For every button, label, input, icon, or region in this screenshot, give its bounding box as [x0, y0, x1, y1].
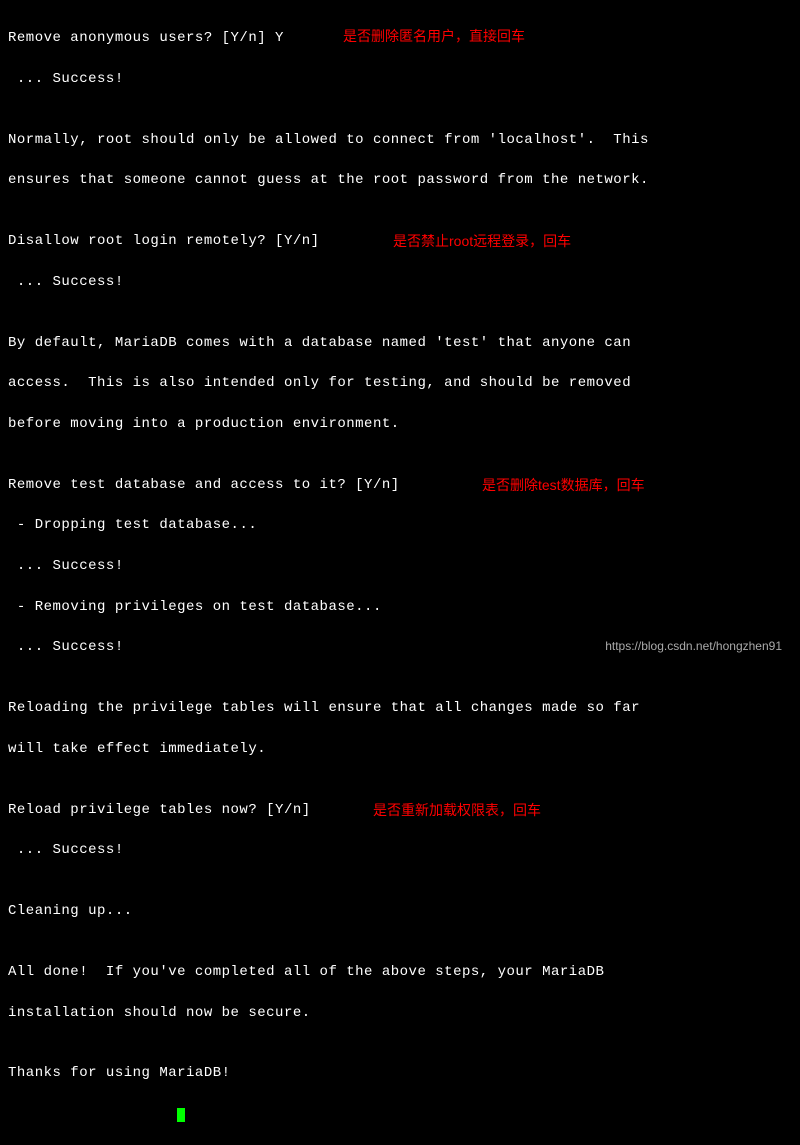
watermark-url: https://blog.csdn.net/hongzhen91 [605, 639, 782, 653]
terminal-line: Normally, root should only be allowed to… [8, 130, 792, 150]
terminal-line: ... Success! [8, 556, 792, 576]
prompt-disallow-root: Disallow root login remotely? [Y/n]是否禁止r… [8, 231, 792, 251]
terminal-line: Thanks for using MariaDB! [8, 1063, 792, 1083]
annotation-root-remote: 是否禁止root远程登录，回车 [393, 231, 571, 251]
annotation-testdb: 是否删除test数据库，回车 [482, 475, 645, 495]
terminal-line: will take effect immediately. [8, 739, 792, 759]
terminal-line: installation should now be secure. [8, 1003, 792, 1023]
terminal-line: ... Success! [8, 272, 792, 292]
terminal-line: By default, MariaDB comes with a databas… [8, 333, 792, 353]
prompt-line[interactable] [8, 1104, 792, 1124]
terminal-line: ... Success! [8, 840, 792, 860]
prompt-anonymous-users: Remove anonymous users? [Y/n] Y是否删除匿名用户，… [8, 28, 792, 48]
cursor-icon [177, 1108, 185, 1122]
prompt-remove-testdb: Remove test database and access to it? [… [8, 475, 792, 495]
terminal-output: Remove anonymous users? [Y/n] Y是否删除匿名用户，… [8, 8, 792, 1145]
annotation-reload: 是否重新加载权限表，回车 [373, 800, 541, 820]
terminal-line: ... Success! [8, 69, 792, 89]
terminal-line: Cleaning up... [8, 901, 792, 921]
terminal-line: ensures that someone cannot guess at the… [8, 170, 792, 190]
terminal-line: before moving into a production environm… [8, 414, 792, 434]
prompt-reload-privileges: Reload privilege tables now? [Y/n]是否重新加载… [8, 800, 792, 820]
annotation-anonymous: 是否删除匿名用户，直接回车 [343, 26, 525, 46]
terminal-line: - Removing privileges on test database..… [8, 597, 792, 617]
terminal-line: All done! If you've completed all of the… [8, 962, 792, 982]
terminal-line: Reloading the privilege tables will ensu… [8, 698, 792, 718]
terminal-line: access. This is also intended only for t… [8, 373, 792, 393]
terminal-line: - Dropping test database... [8, 515, 792, 535]
